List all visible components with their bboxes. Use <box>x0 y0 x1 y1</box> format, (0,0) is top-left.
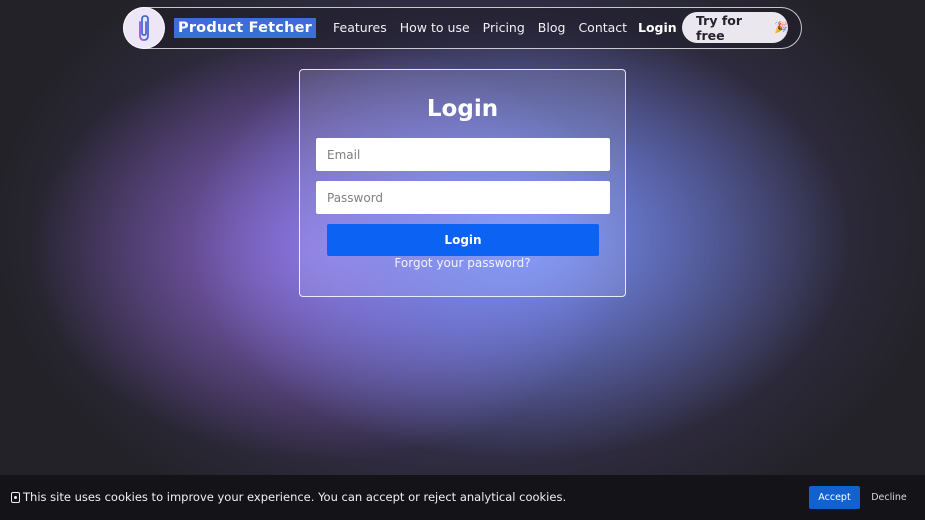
nav-link-contact[interactable]: Contact <box>578 19 627 37</box>
password-field[interactable] <box>316 181 610 214</box>
cookie-message: This site uses cookies to improve your e… <box>11 490 566 504</box>
party-popper-icon: 🎉 <box>774 21 788 34</box>
cookie-text: This site uses cookies to improve your e… <box>23 490 567 504</box>
login-submit-button[interactable]: Login <box>327 224 599 256</box>
paperclip-icon <box>139 15 149 41</box>
forgot-password-link[interactable]: Forgot your password? <box>300 256 625 270</box>
top-navbar: Product Fetcher Features How to use Pric… <box>123 7 802 49</box>
nav-links: Features How to use Pricing Blog Contact <box>333 19 640 37</box>
cookie-banner: This site uses cookies to improve your e… <box>0 475 925 520</box>
nav-link-how-to-use[interactable]: How to use <box>400 19 470 37</box>
login-card: Login Login Forgot your password? <box>299 69 626 297</box>
decline-cookies-button[interactable]: Decline <box>866 486 912 509</box>
email-field[interactable] <box>316 138 610 171</box>
try-for-free-label: Try for free <box>696 12 743 43</box>
nav-link-blog[interactable]: Blog <box>538 19 566 37</box>
nav-link-pricing[interactable]: Pricing <box>483 19 525 37</box>
nav-link-features[interactable]: Features <box>333 19 387 37</box>
login-title: Login <box>426 96 499 122</box>
cookie-icon <box>11 491 20 503</box>
brand-name[interactable]: Product Fetcher <box>174 18 317 38</box>
nav-login-link[interactable]: Login <box>638 19 677 37</box>
logo[interactable] <box>123 7 165 49</box>
try-for-free-button[interactable]: Try for free 🎉 <box>682 12 788 43</box>
accept-cookies-button[interactable]: Accept <box>809 486 860 509</box>
